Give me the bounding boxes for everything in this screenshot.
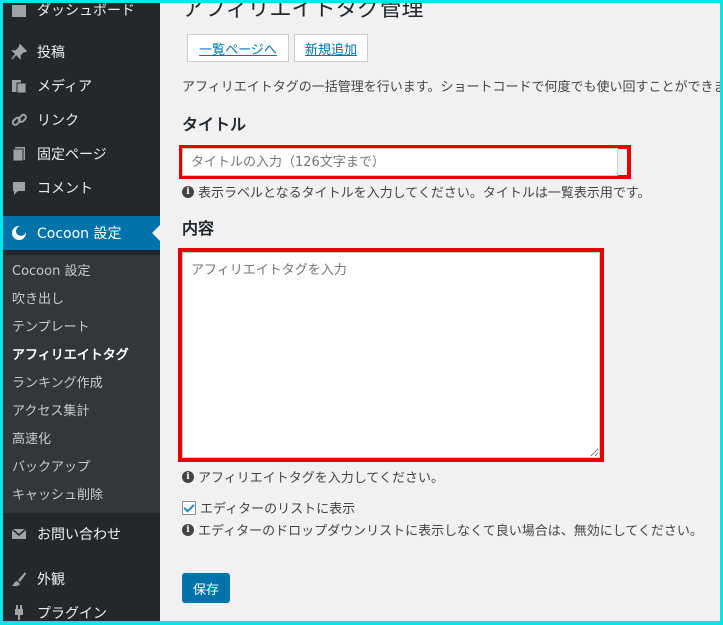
info-icon: i xyxy=(182,523,194,536)
editor-list-checkbox[interactable] xyxy=(182,500,196,515)
sidebar-item-dashboard[interactable]: ダッシュボード xyxy=(3,3,160,27)
sidebar-item-label: プラグイン xyxy=(37,606,107,621)
sidebar-item-label: ダッシュボード xyxy=(37,3,135,19)
title-hint: i 表示ラベルとなるタイトルを入力してください。タイトルは一覧表示用です。 xyxy=(182,182,651,201)
sidebar-item-label: お問い合わせ xyxy=(37,527,121,543)
page-icon xyxy=(9,144,29,164)
save-button[interactable]: 保存 xyxy=(182,573,230,603)
info-icon: i xyxy=(182,470,194,483)
page-title: アフィリエイトタグ管理 xyxy=(182,3,424,22)
sidebar-item-links[interactable]: リンク xyxy=(3,103,160,137)
envelope-icon xyxy=(9,524,29,544)
media-icon xyxy=(9,76,29,96)
sidebar-item-label: Cocoon 設定 xyxy=(37,226,122,242)
submenu-item-speedup[interactable]: 高速化 xyxy=(12,430,51,450)
content-textarea[interactable] xyxy=(182,252,600,458)
sidebar-item-appearance[interactable]: 外観 xyxy=(3,562,160,596)
sidebar-item-media[interactable]: メディア xyxy=(3,69,160,103)
submenu-item-speech-bubble[interactable]: 吹き出し xyxy=(12,290,64,310)
sidebar-item-label: 外観 xyxy=(37,572,65,588)
sidebar-item-label: メディア xyxy=(37,79,93,95)
submenu-item-ranking[interactable]: ランキング作成 xyxy=(12,374,103,394)
editor-list-checkbox-label[interactable]: エディターのリストに表示 xyxy=(200,498,355,517)
sidebar-item-plugins[interactable]: プラグイン xyxy=(3,596,160,621)
title-hint-text: 表示ラベルとなるタイトルを入力してください。タイトルは一覧表示用です。 xyxy=(198,186,651,201)
submenu-item-access-stats[interactable]: アクセス集計 xyxy=(12,402,89,422)
editor-hint-text: エディターのドロップダウンリストに表示しなくて良い場合は、無効にしてください。 xyxy=(198,524,703,539)
window: ダッシュボード 投稿 メディア リンク 固定ページ コメント Cocoon 設定… xyxy=(3,3,720,621)
submenu-item-cache-clear[interactable]: キャッシュ削除 xyxy=(12,486,103,506)
title-input[interactable] xyxy=(182,148,618,176)
sidebar-item-cocoon[interactable]: Cocoon 設定 xyxy=(3,216,160,250)
title-section-heading: タイトル xyxy=(182,115,247,134)
sidebar-item-label: コメント xyxy=(37,181,93,197)
submenu-item-template[interactable]: テンプレート xyxy=(12,318,90,338)
paintbrush-icon xyxy=(9,569,29,589)
content-hint-text: アフィリエイトタグを入力してください。 xyxy=(198,471,444,486)
comment-icon xyxy=(9,178,29,198)
list-page-button[interactable]: 一覧ページへ xyxy=(187,34,289,62)
info-icon: i xyxy=(182,185,194,198)
dashboard-icon xyxy=(9,3,29,20)
editor-list-option: エディターのリストに表示 xyxy=(182,498,355,517)
content-section-heading: 内容 xyxy=(182,219,215,238)
submenu-item-cocoon-settings[interactable]: Cocoon 設定 xyxy=(12,262,90,282)
page-description: アフィリエイトタグの一括管理を行います。ショートコードで何度でも使い回すことがで… xyxy=(182,80,720,95)
pin-icon xyxy=(9,42,29,62)
link-icon xyxy=(9,110,29,130)
cocoon-submenu: Cocoon 設定 吹き出し テンプレート アフィリエイトタグ ランキング作成 … xyxy=(3,255,160,513)
sidebar-item-label: 投稿 xyxy=(37,45,65,61)
content-hint: i アフィリエイトタグを入力してください。 xyxy=(182,467,444,486)
admin-sidebar: ダッシュボード 投稿 メディア リンク 固定ページ コメント Cocoon 設定… xyxy=(3,3,160,621)
sidebar-item-comments[interactable]: コメント xyxy=(3,171,160,205)
add-new-button[interactable]: 新規追加 xyxy=(294,34,368,62)
main-content: アフィリエイトタグ管理 一覧ページへ 新規追加 アフィリエイトタグの一括管理を行… xyxy=(160,3,720,621)
sidebar-item-label: 固定ページ xyxy=(37,147,107,163)
cocoon-icon xyxy=(9,223,29,243)
submenu-item-affiliate-tag[interactable]: アフィリエイトタグ xyxy=(12,346,129,366)
submenu-item-backup[interactable]: バックアップ xyxy=(12,458,90,478)
sidebar-item-pages[interactable]: 固定ページ xyxy=(3,137,160,171)
sidebar-item-contact[interactable]: お問い合わせ xyxy=(3,517,160,551)
sidebar-item-posts[interactable]: 投稿 xyxy=(3,35,160,69)
editor-hint: i エディターのドロップダウンリストに表示しなくて良い場合は、無効にしてください… xyxy=(182,520,703,539)
sidebar-item-label: リンク xyxy=(37,113,79,129)
plug-icon xyxy=(9,603,29,621)
